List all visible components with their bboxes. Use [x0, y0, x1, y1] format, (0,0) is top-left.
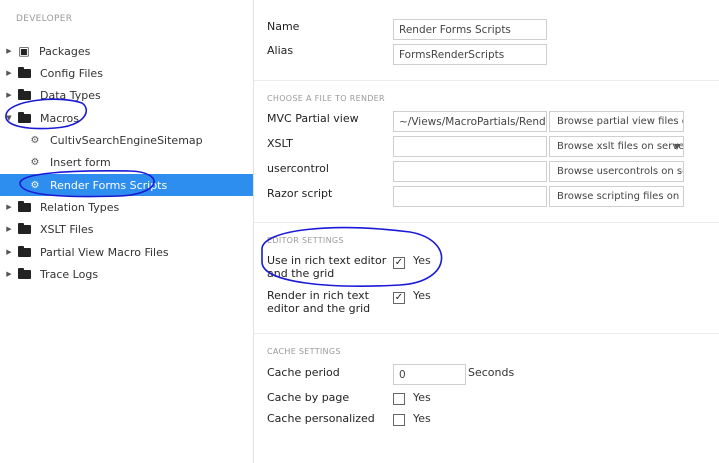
expand-arrow-icon[interactable]: ▶: [4, 225, 14, 233]
expand-arrow-icon[interactable]: ▶: [4, 47, 14, 55]
select-value: Browse xslt files on server...: [557, 141, 684, 152]
section-heading-editor: EDITOR SETTINGS: [267, 236, 344, 245]
tree-item-label: Render Forms Scripts: [50, 178, 168, 192]
cache-by-page-label: Cache by page: [267, 391, 350, 404]
expand-arrow-icon[interactable]: ▶: [4, 270, 14, 278]
render-rte-label-line1: Render in rich text: [267, 289, 369, 302]
collapse-arrow-icon[interactable]: ▼: [4, 114, 14, 122]
folder-icon: [18, 111, 31, 123]
cache-by-page-checkbox[interactable]: [393, 393, 405, 405]
tree-item-label: Data Types: [40, 88, 101, 102]
tree-item-render-forms-scripts[interactable]: ⚙ Render Forms Scripts: [0, 174, 253, 196]
tree-item-label: XSLT Files: [40, 222, 94, 236]
cache-personalized-yes: Yes: [413, 412, 431, 425]
folder-icon: [18, 88, 31, 100]
expand-arrow-icon[interactable]: ▶: [4, 203, 14, 211]
usercontrol-label: usercontrol: [267, 162, 329, 175]
folder-icon: [18, 245, 31, 257]
use-rte-checkbox[interactable]: ✓: [393, 257, 405, 269]
select-value: Browse partial view files on: [557, 116, 684, 127]
folder-icon: [18, 200, 31, 212]
use-rte-label: Use in rich text editor and the grid: [267, 254, 386, 280]
developer-tree: DEVELOPER ▶ ▣ Packages ▶ Config Files ▶ …: [0, 0, 254, 463]
select-value: Browse scripting files on se: [557, 191, 684, 202]
use-rte-yes: Yes: [413, 254, 431, 267]
section-heading-cache: CACHE SETTINGS: [267, 347, 341, 356]
cache-period-unit: Seconds: [468, 366, 515, 379]
usercontrol-input[interactable]: [393, 161, 547, 182]
usercontrol-select[interactable]: Browse usercontrols on ser: [549, 161, 684, 182]
gears-icon: ⚙: [30, 156, 40, 168]
xslt-select[interactable]: Browse xslt files on server... ▼: [549, 136, 684, 157]
razor-script-input[interactable]: [393, 186, 547, 207]
alias-input[interactable]: FormsRenderScripts: [393, 44, 547, 65]
expand-arrow-icon[interactable]: ▶: [4, 69, 14, 77]
expand-arrow-icon[interactable]: ▶: [4, 91, 14, 99]
tree-item-macros[interactable]: ▼ Macros: [0, 107, 253, 129]
divider: [254, 333, 719, 334]
tree-item-config-files[interactable]: ▶ Config Files: [0, 62, 253, 84]
divider: [254, 222, 719, 223]
mvc-partial-view-label: MVC Partial view: [267, 112, 359, 125]
folder-icon: [18, 267, 31, 279]
tree-item-label: Insert form: [50, 155, 111, 169]
tree-item-label: Macros: [40, 111, 80, 125]
tree-item-relation-types[interactable]: ▶ Relation Types: [0, 196, 253, 218]
cache-period-label: Cache period: [267, 366, 340, 379]
name-label: Name: [267, 20, 300, 33]
chevron-down-icon: ▼: [673, 142, 680, 151]
expand-arrow-icon[interactable]: ▶: [4, 248, 14, 256]
tree-item-label: Trace Logs: [40, 267, 99, 281]
tree-item-data-types[interactable]: ▶ Data Types: [0, 84, 253, 106]
tree-item-cultivsearchenginesitemap[interactable]: ⚙ CultivSearchEngineSitemap: [0, 129, 253, 151]
mvc-partial-view-select[interactable]: Browse partial view files on: [549, 111, 684, 132]
tree-item-partial-view-macro-files[interactable]: ▶ Partial View Macro Files: [0, 241, 253, 263]
razor-script-select[interactable]: Browse scripting files on se: [549, 186, 684, 207]
select-value: Browse usercontrols on ser: [557, 166, 684, 177]
folder-icon: [18, 66, 31, 78]
use-rte-label-line2: and the grid: [267, 267, 335, 280]
name-input[interactable]: Render Forms Scripts: [393, 19, 547, 40]
render-rte-checkbox[interactable]: ✓: [393, 292, 405, 304]
cache-personalized-label: Cache personalized: [267, 412, 375, 425]
render-rte-label: Render in rich text editor and the grid: [267, 289, 370, 315]
folder-icon: [18, 222, 31, 234]
render-rte-yes: Yes: [413, 289, 431, 302]
section-heading-file: CHOOSE A FILE TO RENDER: [267, 94, 385, 103]
cache-personalized-checkbox[interactable]: [393, 414, 405, 426]
tree-item-label: Config Files: [40, 66, 103, 80]
alias-label: Alias: [267, 44, 294, 57]
tree-item-xslt-files[interactable]: ▶ XSLT Files: [0, 218, 253, 240]
tree-item-label: Relation Types: [40, 200, 120, 214]
cache-period-input[interactable]: 0: [393, 364, 466, 385]
gears-icon: ⚙: [30, 134, 40, 146]
divider: [254, 80, 719, 81]
tree-item-label: CultivSearchEngineSitemap: [50, 133, 203, 147]
razor-script-label: Razor script: [267, 187, 333, 200]
mvc-partial-view-input[interactable]: ~/Views/MacroPartials/RenderU: [393, 111, 547, 132]
gears-icon: ⚙: [30, 179, 40, 191]
use-rte-label-line1: Use in rich text editor: [267, 254, 387, 267]
tree-item-insert-form[interactable]: ⚙ Insert form: [0, 151, 253, 173]
section-title: DEVELOPER: [16, 14, 73, 24]
tree-item-packages[interactable]: ▶ ▣ Packages: [0, 40, 253, 62]
macro-editor-form: Name Render Forms Scripts Alias FormsRen…: [254, 0, 719, 463]
tree-item-trace-logs[interactable]: ▶ Trace Logs: [0, 263, 253, 285]
tree-item-label: Packages: [39, 44, 91, 58]
tree-item-label: Partial View Macro Files: [40, 245, 169, 259]
xslt-input[interactable]: [393, 136, 547, 157]
cache-by-page-yes: Yes: [413, 391, 431, 404]
render-rte-label-line2: editor and the grid: [267, 302, 371, 315]
xslt-label: XSLT: [267, 137, 293, 150]
package-icon: ▣: [18, 44, 30, 58]
